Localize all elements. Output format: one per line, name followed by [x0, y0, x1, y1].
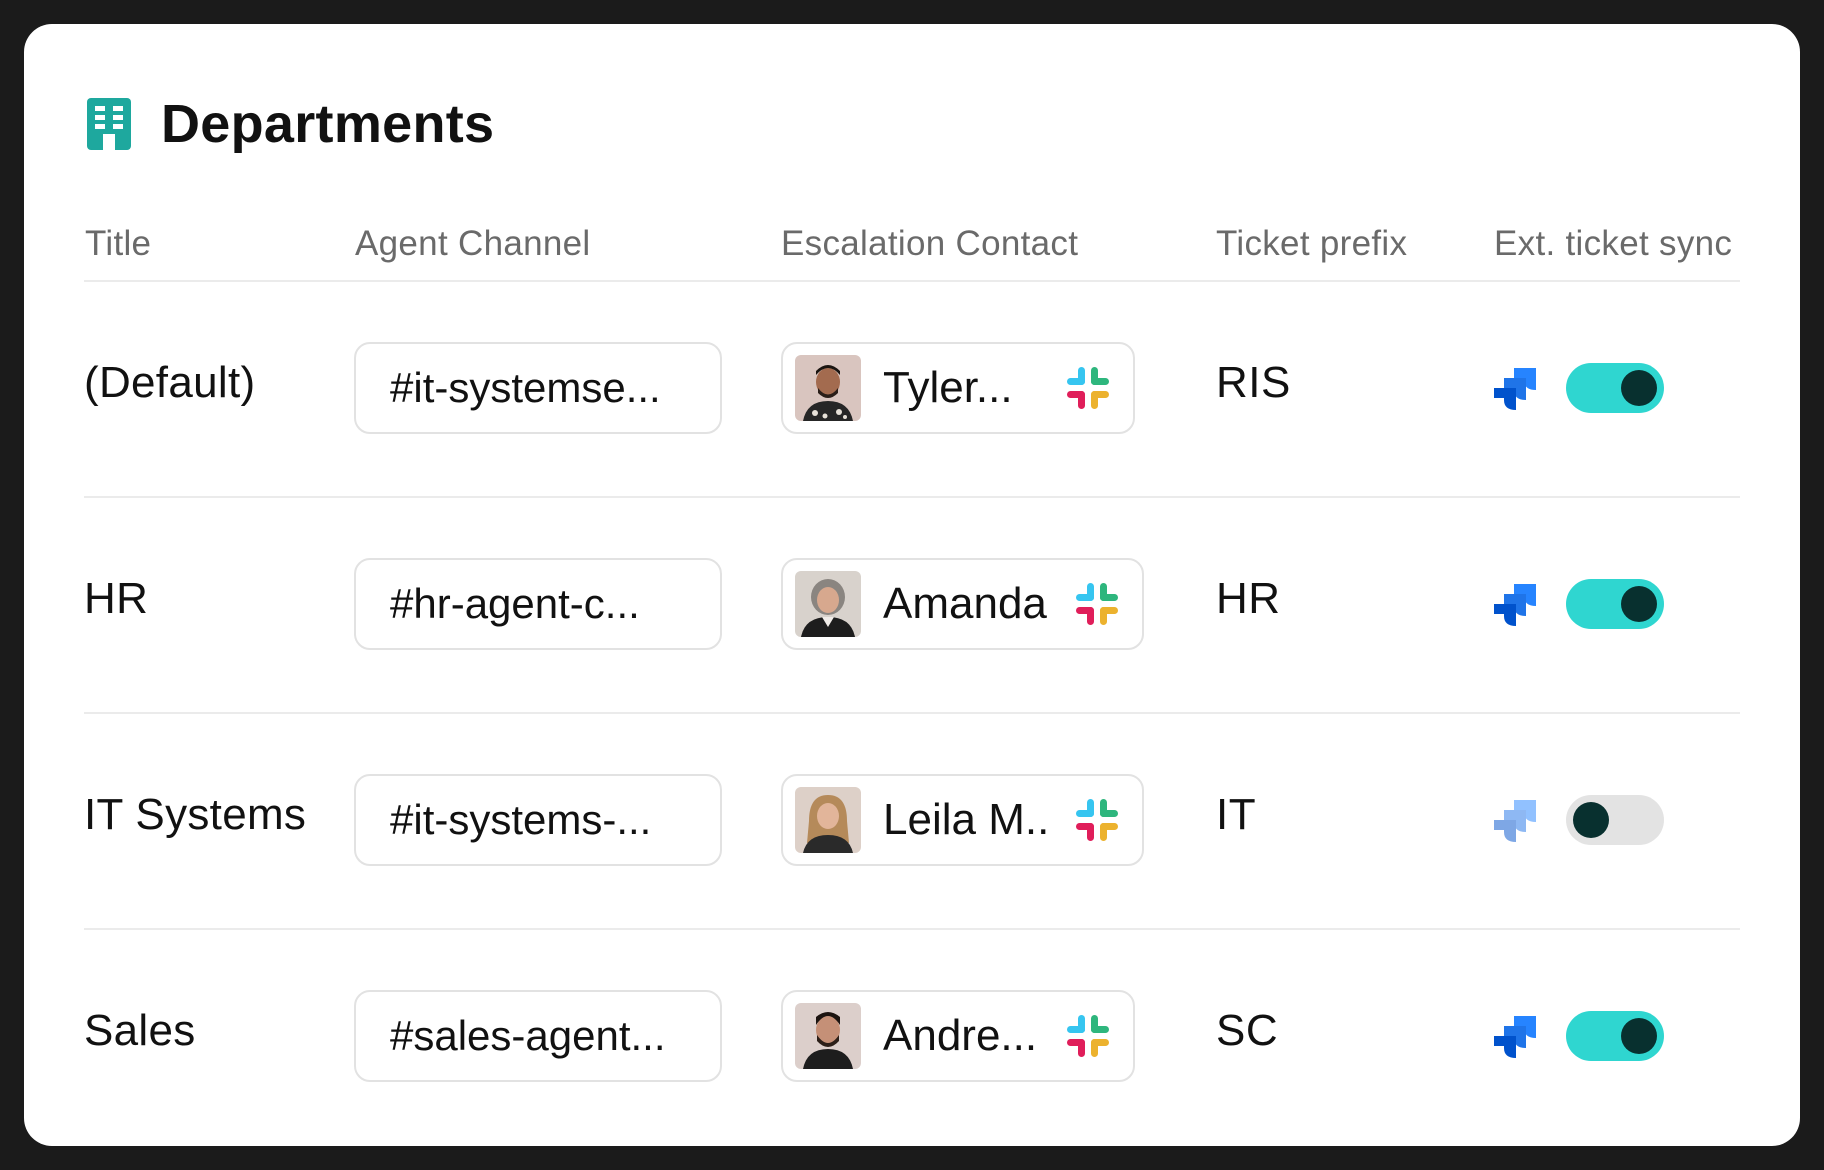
- toggle-knob: [1621, 370, 1657, 406]
- jira-icon: [1494, 582, 1538, 626]
- agent-channel-value: #hr-agent-c...: [390, 580, 640, 627]
- column-header-ticket-prefix[interactable]: Ticket prefix: [1216, 224, 1407, 264]
- slack-icon: [1074, 797, 1120, 843]
- ticket-prefix: SC: [1216, 1006, 1279, 1055]
- toggle-knob: [1621, 1018, 1657, 1054]
- table-row[interactable]: Sales #sales-agent... Andre... SC: [24, 930, 1800, 1146]
- column-header-title[interactable]: Title: [85, 224, 151, 264]
- ticket-prefix: IT: [1216, 790, 1257, 839]
- agent-channel-field[interactable]: #it-systems-...: [354, 774, 722, 866]
- avatar: [795, 1003, 861, 1069]
- department-title: IT Systems: [84, 790, 307, 839]
- agent-channel-value: #it-systems-...: [390, 796, 652, 843]
- toggle-knob: [1621, 586, 1657, 622]
- column-header-escalation-contact[interactable]: Escalation Contact: [781, 224, 1078, 264]
- page-title: Departments: [161, 94, 495, 154]
- escalation-contact-field[interactable]: Amanda: [781, 558, 1144, 650]
- escalation-contact-field[interactable]: Leila M..: [781, 774, 1144, 866]
- slack-icon: [1065, 365, 1111, 411]
- ticket-prefix: RIS: [1216, 358, 1291, 407]
- page-header: Departments: [87, 74, 494, 174]
- agent-channel-value: #sales-agent...: [390, 1012, 666, 1059]
- contact-name: Tyler...: [883, 363, 1013, 412]
- ext-sync-toggle[interactable]: [1566, 579, 1664, 629]
- ext-sync-toggle[interactable]: [1566, 363, 1664, 413]
- agent-channel-field[interactable]: #sales-agent...: [354, 990, 722, 1082]
- escalation-contact-field[interactable]: Tyler...: [781, 342, 1135, 434]
- jira-icon: [1494, 366, 1538, 410]
- avatar: [795, 787, 861, 853]
- ticket-prefix: HR: [1216, 574, 1281, 623]
- department-title: (Default): [84, 358, 256, 407]
- contact-name: Andre...: [883, 1011, 1038, 1060]
- departments-card: Departments Title Agent Channel Escalati…: [24, 24, 1800, 1146]
- column-header-ext-ticket-sync[interactable]: Ext. ticket sync: [1494, 224, 1732, 264]
- column-header-agent-channel[interactable]: Agent Channel: [355, 224, 590, 264]
- agent-channel-value: #it-systemse...: [390, 364, 661, 411]
- contact-name: Amanda: [883, 579, 1047, 628]
- jira-icon: [1494, 1014, 1538, 1058]
- contact-name: Leila M..: [883, 795, 1050, 844]
- department-title: HR: [84, 574, 149, 623]
- table-row[interactable]: IT Systems #it-systems-... Leila M.. IT: [24, 714, 1800, 930]
- table-row[interactable]: HR #hr-agent-c... Amanda HR: [24, 498, 1800, 714]
- building-icon: [87, 98, 131, 150]
- avatar: [795, 571, 861, 637]
- jira-icon: [1494, 798, 1538, 842]
- ext-sync-toggle[interactable]: [1566, 795, 1664, 845]
- escalation-contact-field[interactable]: Andre...: [781, 990, 1135, 1082]
- ext-sync-toggle[interactable]: [1566, 1011, 1664, 1061]
- agent-channel-field[interactable]: #hr-agent-c...: [354, 558, 722, 650]
- toggle-knob: [1573, 802, 1609, 838]
- agent-channel-field[interactable]: #it-systemse...: [354, 342, 722, 434]
- slack-icon: [1074, 581, 1120, 627]
- slack-icon: [1065, 1013, 1111, 1059]
- avatar: [795, 355, 861, 421]
- department-title: Sales: [84, 1006, 196, 1055]
- table-row[interactable]: (Default) #it-systemse... Tyler... RIS: [24, 282, 1800, 498]
